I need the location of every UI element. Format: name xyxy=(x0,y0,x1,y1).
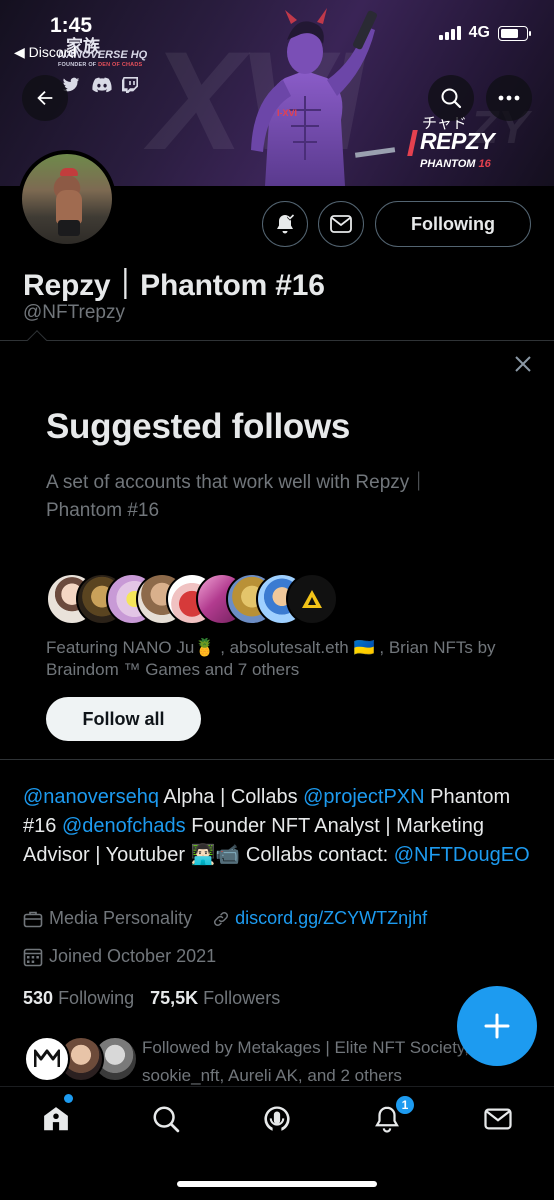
battery-level xyxy=(501,28,518,38)
bio-mention-link[interactable]: @nanoversehq xyxy=(23,786,159,808)
twitch-icon xyxy=(122,77,140,93)
calendar-icon xyxy=(23,948,43,966)
search-button[interactable] xyxy=(428,75,474,121)
bio-text: Alpha | Collabs xyxy=(158,786,304,808)
avatar-cap xyxy=(60,168,78,176)
suggested-avatars-facepile[interactable] xyxy=(46,573,346,625)
dismiss-suggestions-button[interactable] xyxy=(508,349,538,379)
suggested-avatar xyxy=(286,573,338,625)
notification-count-badge: 1 xyxy=(394,1094,416,1116)
metakages-logo-icon xyxy=(34,1049,60,1067)
svg-text:I-XVI: I-XVI xyxy=(277,108,297,118)
profile-bio: @nanoversehq Alpha | Collabs @projectPXN… xyxy=(23,783,543,870)
bio-mention-link[interactable]: @denofchads xyxy=(62,815,186,837)
tab-home[interactable] xyxy=(36,1101,76,1137)
more-horizontal-icon xyxy=(498,95,520,101)
following-label: Following xyxy=(58,988,135,1008)
followed-by-line-1: Followed by Metakages | Elite NFT Societ… xyxy=(142,1038,469,1057)
bio-mention-link[interactable]: @NFTDougEO xyxy=(394,844,530,866)
home-icon xyxy=(44,1107,68,1131)
badge-phantom: PHANTOM 16 xyxy=(420,158,491,170)
followers-label: Followers xyxy=(203,988,281,1008)
briefcase-icon xyxy=(23,911,43,927)
followed-by-text: Followed by Metakages | Elite NFT Societ… xyxy=(142,1034,472,1090)
more-options-button[interactable] xyxy=(486,75,532,121)
badge-accent-bar xyxy=(407,130,418,156)
back-button[interactable] xyxy=(22,75,68,121)
badge-phantom-number: 16 xyxy=(478,158,491,170)
discord-icon xyxy=(92,77,112,93)
network-type: 4G xyxy=(468,24,490,41)
profile-handle: @NFTrepzy xyxy=(23,302,125,323)
bio-mention-link[interactable]: @projectPXN xyxy=(303,786,424,808)
banner-brand-sub: FOUNDER OF DEN OF CHADS xyxy=(58,62,148,69)
profile-avatar[interactable] xyxy=(18,150,116,248)
tab-spaces[interactable] xyxy=(257,1101,297,1137)
status-right: 4G xyxy=(438,24,531,42)
banner-brand-sub-accent: DEN OF CHADS xyxy=(98,62,143,68)
message-button[interactable] xyxy=(318,201,364,247)
suggested-follows-title: Suggested follows xyxy=(46,407,351,446)
followers-count-link[interactable]: 75,5K Followers xyxy=(150,988,280,1009)
search-icon xyxy=(153,1106,180,1133)
followers-count: 75,5K xyxy=(150,988,199,1008)
spaces-microphone-icon xyxy=(264,1106,290,1131)
notifications-bell-button[interactable] xyxy=(262,201,308,247)
follow-all-button[interactable]: Follow all xyxy=(46,697,201,741)
battery-icon xyxy=(498,25,531,41)
following-count-link[interactable]: 530 Following xyxy=(23,988,134,1009)
bell-check-icon xyxy=(277,213,295,234)
badge-name: REPZY xyxy=(420,128,495,154)
arrow-left-icon xyxy=(37,90,53,106)
suggested-follows-card: Suggested follows A set of accounts that… xyxy=(0,330,554,760)
followed-by-row[interactable]: Followed by Metakages | Elite NFT Societ… xyxy=(24,1036,494,1086)
profile-joined-row: Joined October 2021 xyxy=(23,946,216,967)
profile-joined-date: Joined October 2021 xyxy=(49,946,217,966)
avatar-legs xyxy=(58,220,80,236)
status-time: 1:45 xyxy=(50,14,93,37)
signal-icon xyxy=(438,26,461,40)
ios-status-bar: 1:45 ◀ Discord 4G xyxy=(0,0,554,60)
profile-display-name: Repzy｜Phantom #16 xyxy=(23,269,325,302)
followed-by-avatar xyxy=(24,1036,70,1082)
triangle-logo-icon xyxy=(302,590,322,608)
profile-category: Media Personality xyxy=(49,908,193,928)
following-button[interactable]: Following xyxy=(375,201,531,247)
search-icon xyxy=(441,88,462,109)
tab-search[interactable] xyxy=(146,1101,186,1137)
envelope-icon xyxy=(484,1108,512,1130)
card-pointer xyxy=(27,330,47,350)
plus-icon xyxy=(484,1013,510,1039)
tab-messages[interactable] xyxy=(478,1101,518,1137)
link-icon xyxy=(214,911,229,926)
profile-meta-row: Media Personality discord.gg/ZCYWTZnjhf xyxy=(23,908,427,929)
back-to-app-link[interactable]: ◀ Discord xyxy=(14,44,76,61)
profile-website-link[interactable]: discord.gg/ZCYWTZnjhf xyxy=(235,908,427,929)
compose-tweet-button[interactable] xyxy=(457,986,537,1066)
profile-stats: 530 Following 75,5K Followers xyxy=(23,988,280,1009)
suggested-follows-description: A set of accounts that work well with Re… xyxy=(46,472,429,521)
suggested-featuring-text: Featuring NANO Ju🍍 , absolutesalt.eth 🇺🇦… xyxy=(46,638,496,679)
close-icon xyxy=(515,356,531,372)
following-count: 530 xyxy=(23,988,54,1008)
avatar-torso xyxy=(56,190,82,224)
home-indicator-bar xyxy=(177,1181,377,1187)
badge-phantom-label: PHANTOM xyxy=(420,158,476,170)
banner-brand-sub-prefix: FOUNDER OF xyxy=(58,62,97,68)
home-unread-dot xyxy=(64,1094,73,1103)
banner-social-icons xyxy=(62,77,140,93)
envelope-icon xyxy=(330,215,352,233)
